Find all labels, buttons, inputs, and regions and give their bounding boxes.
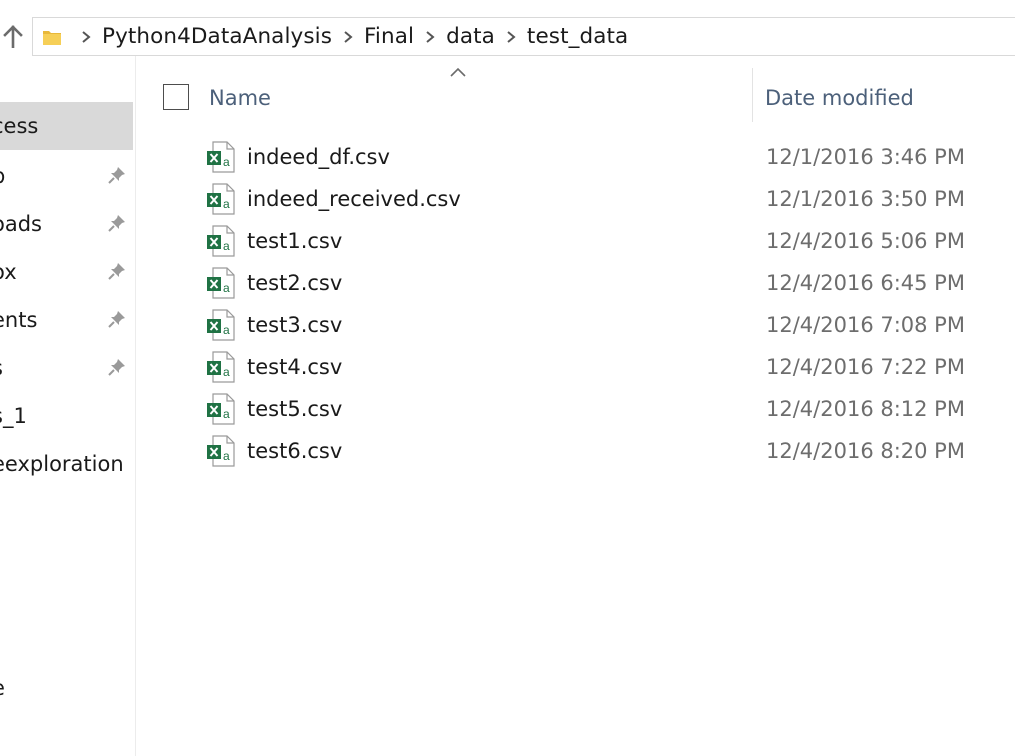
nav-item-label: cess: [0, 114, 39, 138]
pin-icon[interactable]: [106, 260, 128, 282]
file-date-modified: 12/4/2016 7:22 PM: [766, 355, 965, 379]
excel-csv-file-icon: a: [207, 351, 235, 383]
select-all-checkbox[interactable]: [163, 84, 189, 110]
chevron-right-icon[interactable]: [336, 27, 360, 47]
file-date-modified: 12/1/2016 3:46 PM: [766, 145, 965, 169]
file-name: test2.csv: [247, 271, 343, 295]
file-row[interactable]: a test5.csv 12/4/2016 8:12 PM: [160, 388, 1015, 430]
breadcrumb-data[interactable]: data: [442, 24, 499, 49]
file-row[interactable]: a test3.csv 12/4/2016 7:08 PM: [160, 304, 1015, 346]
file-date-modified: 12/4/2016 6:45 PM: [766, 271, 965, 295]
file-date-modified: 12/1/2016 3:50 PM: [766, 187, 965, 211]
file-date-modified: 12/4/2016 5:06 PM: [766, 229, 965, 253]
file-row[interactable]: a indeed_received.csv 12/1/2016 3:50 PM: [160, 178, 1015, 220]
column-header-date-modified[interactable]: Date modified: [765, 80, 914, 116]
file-row[interactable]: a test2.csv 12/4/2016 6:45 PM: [160, 262, 1015, 304]
folder-icon: [42, 28, 62, 46]
column-header-name[interactable]: Name: [209, 80, 271, 116]
nav-item-desktop[interactable]: p: [0, 152, 133, 200]
file-name: test5.csv: [247, 397, 343, 421]
nav-item-folder-s1[interactable]: s_1: [0, 392, 133, 440]
file-row[interactable]: a test1.csv 12/4/2016 5:06 PM: [160, 220, 1015, 262]
file-row[interactable]: a test4.csv 12/4/2016 7:22 PM: [160, 346, 1015, 388]
file-name: test3.csv: [247, 313, 343, 337]
svg-text:a: a: [223, 239, 230, 253]
nav-item-downloads[interactable]: oads: [0, 200, 133, 248]
address-bar[interactable]: Python4DataAnalysis Final data test_data: [32, 17, 1015, 56]
file-name: test6.csv: [247, 439, 343, 463]
pin-icon[interactable]: [106, 356, 128, 378]
chevron-right-icon[interactable]: [418, 27, 442, 47]
nav-item-label: eexploration: [0, 452, 124, 476]
chevron-right-icon[interactable]: [499, 27, 523, 47]
arrow-up-icon: [3, 25, 23, 48]
up-button[interactable]: [0, 18, 26, 54]
excel-csv-file-icon: a: [207, 225, 235, 257]
svg-text:a: a: [223, 449, 230, 463]
file-name: test4.csv: [247, 355, 343, 379]
nav-item-folder-exploration[interactable]: eexploration: [0, 440, 133, 488]
nav-item-label: s: [0, 356, 3, 380]
nav-item-label: ox: [0, 260, 17, 284]
nav-item-label: p: [0, 164, 5, 188]
excel-csv-file-icon: a: [207, 435, 235, 467]
nav-item-documents[interactable]: ents: [0, 296, 133, 344]
breadcrumb-python4dataanalysis[interactable]: Python4DataAnalysis: [98, 24, 336, 49]
file-row[interactable]: a indeed_df.csv 12/1/2016 3:46 PM: [160, 136, 1015, 178]
nav-item-label: ents: [0, 308, 38, 332]
file-date-modified: 12/4/2016 8:20 PM: [766, 439, 965, 463]
nav-item-dropbox[interactable]: ox: [0, 248, 133, 296]
nav-item-quick-access[interactable]: cess: [0, 102, 133, 150]
file-date-modified: 12/4/2016 7:08 PM: [766, 313, 965, 337]
navigation-pane: cess p oads ox ents: [0, 56, 136, 756]
nav-item-pictures[interactable]: s: [0, 344, 133, 392]
svg-text:a: a: [223, 281, 230, 295]
file-row[interactable]: a test6.csv 12/4/2016 8:20 PM: [160, 430, 1015, 472]
sort-ascending-icon: [450, 67, 466, 77]
nav-item-folder-e[interactable]: e: [0, 664, 133, 712]
svg-text:a: a: [223, 323, 230, 337]
excel-csv-file-icon: a: [207, 393, 235, 425]
svg-text:a: a: [223, 197, 230, 211]
svg-text:a: a: [223, 407, 230, 421]
breadcrumb-test-data[interactable]: test_data: [523, 24, 632, 49]
nav-item-label: s_1: [0, 404, 27, 428]
nav-item-label: e: [0, 676, 5, 700]
file-name: test1.csv: [247, 229, 343, 253]
file-date-modified: 12/4/2016 8:12 PM: [766, 397, 965, 421]
excel-csv-file-icon: a: [207, 267, 235, 299]
file-name: indeed_df.csv: [247, 145, 390, 169]
file-name: indeed_received.csv: [247, 187, 461, 211]
pin-icon[interactable]: [106, 212, 128, 234]
excel-csv-file-icon: a: [207, 141, 235, 173]
chevron-right-icon[interactable]: [74, 27, 98, 47]
pin-icon[interactable]: [106, 308, 128, 330]
breadcrumb-final[interactable]: Final: [360, 24, 418, 49]
column-divider[interactable]: [752, 68, 753, 122]
nav-item-label: oads: [0, 212, 42, 236]
file-explorer-window: Python4DataAnalysis Final data test_data…: [0, 0, 1015, 756]
svg-text:a: a: [223, 155, 230, 169]
pin-icon[interactable]: [106, 164, 128, 186]
excel-csv-file-icon: a: [207, 309, 235, 341]
excel-csv-file-icon: a: [207, 183, 235, 215]
svg-text:a: a: [223, 365, 230, 379]
